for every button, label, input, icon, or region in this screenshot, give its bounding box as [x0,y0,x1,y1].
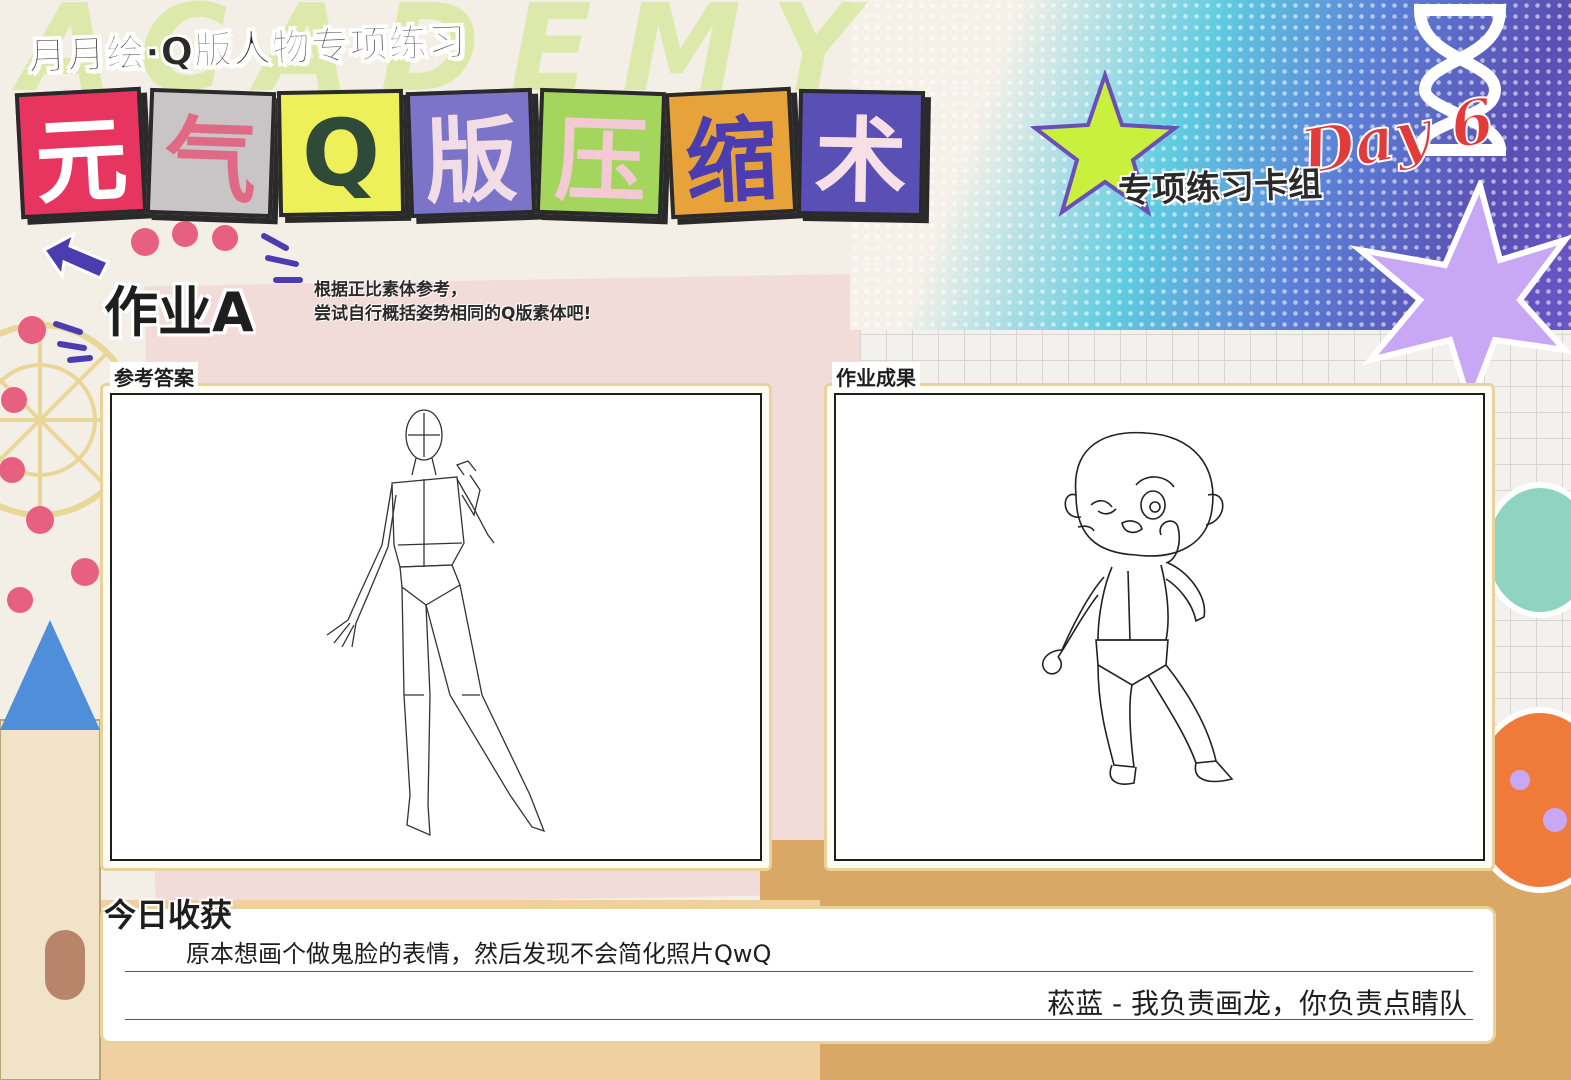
burst-star-icon [1350,180,1571,410]
deck-label: 专项练习卡组 [1117,164,1323,212]
title-char-6: 术 [796,88,926,218]
notes-title: 今日收获 [104,896,233,934]
castle-decoration [0,620,101,1080]
result-drawing-area [834,393,1485,861]
title-char-4: 压 [535,87,667,219]
title-char-1: 气 [145,87,277,219]
assignment-instructions: 根据正比素体参考， 尝试自行概括姿势相同的Q版素体吧! [314,278,591,326]
signature: 菘蓝 - 我负责画龙，你负责点睛队 [1047,987,1467,1020]
notes-box [100,906,1496,1044]
title-char-5: 缩 [664,86,798,220]
title-char-0: 元 [14,86,148,220]
title-char-2: Q [276,88,406,218]
back-arrow-icon[interactable] [40,232,112,288]
reference-panel [100,383,772,871]
assignment-title: 作业A [104,281,254,344]
title-char-3: 版 [405,87,537,219]
note-rule-line [125,971,1473,972]
sparkle-lines-icon-left [53,321,93,363]
result-label: 作业成果 [832,362,920,391]
result-panel [824,383,1495,871]
reference-drawing-area [110,393,762,861]
notes-text: 原本想画个做鬼脸的表情，然后发现不会简化照片QwQ [186,940,772,968]
sparkle-lines-icon [261,233,303,283]
reference-label: 参考答案 [110,362,198,391]
chibi-figure-drawing [1042,431,1234,785]
instruction-line-2: 尝试自行概括姿势相同的Q版素体吧! [314,304,592,324]
reference-figure-drawing [326,409,546,837]
main-title: 元气Q版压缩术 [14,78,928,228]
instruction-line-1: 根据正比素体参考， [314,280,467,300]
